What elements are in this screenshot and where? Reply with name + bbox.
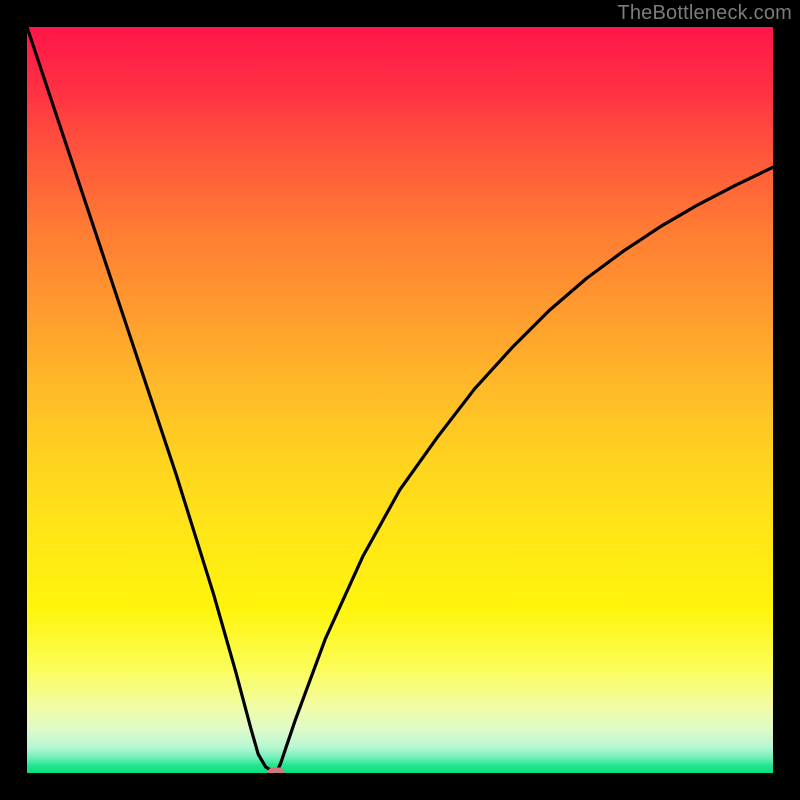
bottleneck-curve (27, 27, 773, 773)
watermark-text: TheBottleneck.com (617, 2, 792, 25)
chart-frame: TheBottleneck.com (0, 0, 800, 800)
optimal-marker (268, 768, 285, 774)
plot-area (27, 27, 773, 773)
